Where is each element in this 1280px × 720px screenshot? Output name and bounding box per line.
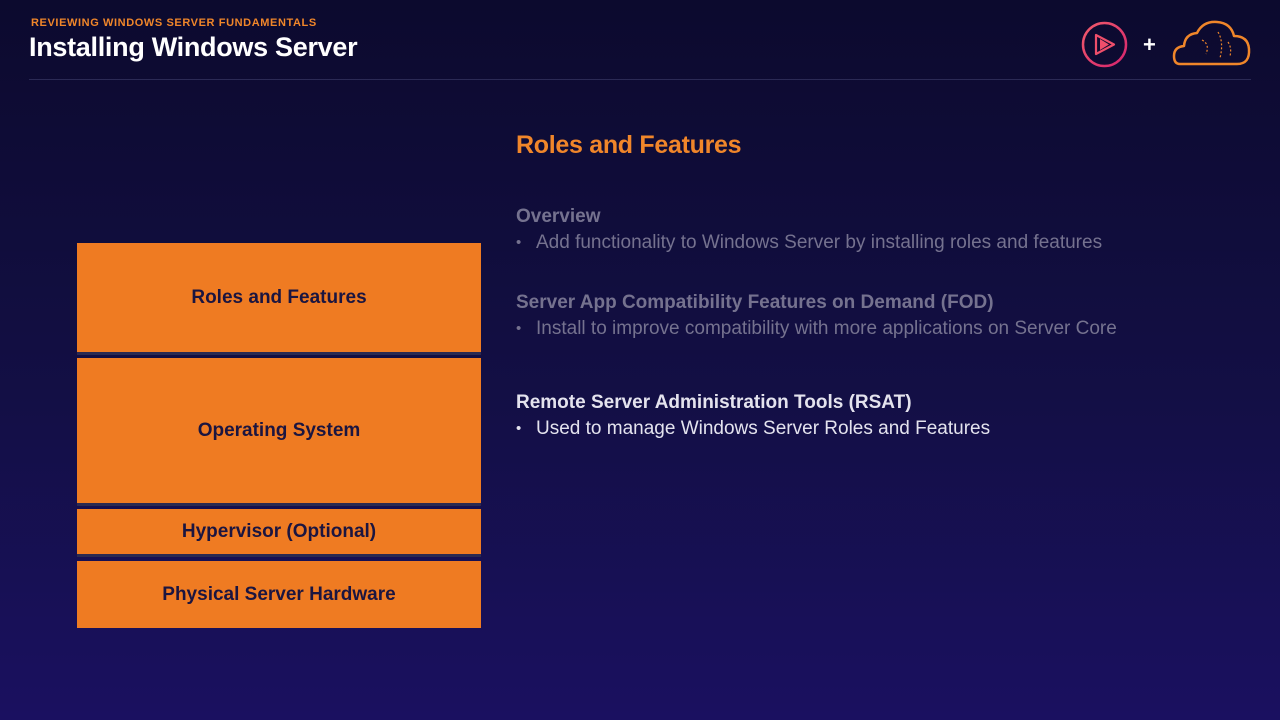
stack-block-roles-features: Roles and Features [77, 243, 481, 355]
stack-block-hardware: Physical Server Hardware [77, 561, 481, 628]
bullet-dot: • [516, 234, 522, 251]
bullet-dot: • [516, 420, 522, 437]
play-logo-icon [1081, 21, 1128, 73]
logo-plus-sign: + [1143, 32, 1156, 57]
topic-heading: Server App Compatibility Features on Dem… [516, 292, 994, 313]
topic-bullet: • Add functionality to Windows Server by… [516, 230, 1216, 256]
stack-block-label: Hypervisor (Optional) [181, 520, 377, 542]
stack-block-hypervisor: Hypervisor (Optional) [77, 509, 481, 557]
stack-block-label: Roles and Features [191, 286, 367, 308]
stack-block-label: Physical Server Hardware [162, 583, 396, 605]
bullet-text: Install to improve compatibility with mo… [536, 318, 1117, 339]
topic-bullet: • Install to improve compatibility with … [516, 316, 1176, 342]
section-title: Roles and Features [516, 131, 742, 159]
page-title: Installing Windows Server [29, 32, 358, 62]
header-divider [29, 79, 1251, 80]
topic-fod: Server App Compatibility Features on Dem… [516, 290, 1176, 342]
topic-bullet: • Used to manage Windows Server Roles an… [516, 416, 1216, 442]
bullet-text: Add functionality to Windows Server by i… [536, 232, 1103, 253]
stack-block-label: Operating System [197, 419, 361, 441]
bullet-dot: • [516, 320, 522, 337]
course-eyebrow: REVIEWING WINDOWS SERVER FUNDAMENTALS [31, 17, 317, 29]
bullet-text: Used to manage Windows Server Roles and … [536, 418, 991, 439]
topic-heading: Overview [516, 206, 601, 227]
stack-block-operating-system: Operating System [77, 358, 481, 506]
topic-heading: Remote Server Administration Tools (RSAT… [516, 392, 912, 413]
topic-overview: Overview • Add functionality to Windows … [516, 204, 1216, 256]
topic-rsat: Remote Server Administration Tools (RSAT… [516, 390, 1216, 442]
cloud-logo-icon [1172, 18, 1252, 73]
